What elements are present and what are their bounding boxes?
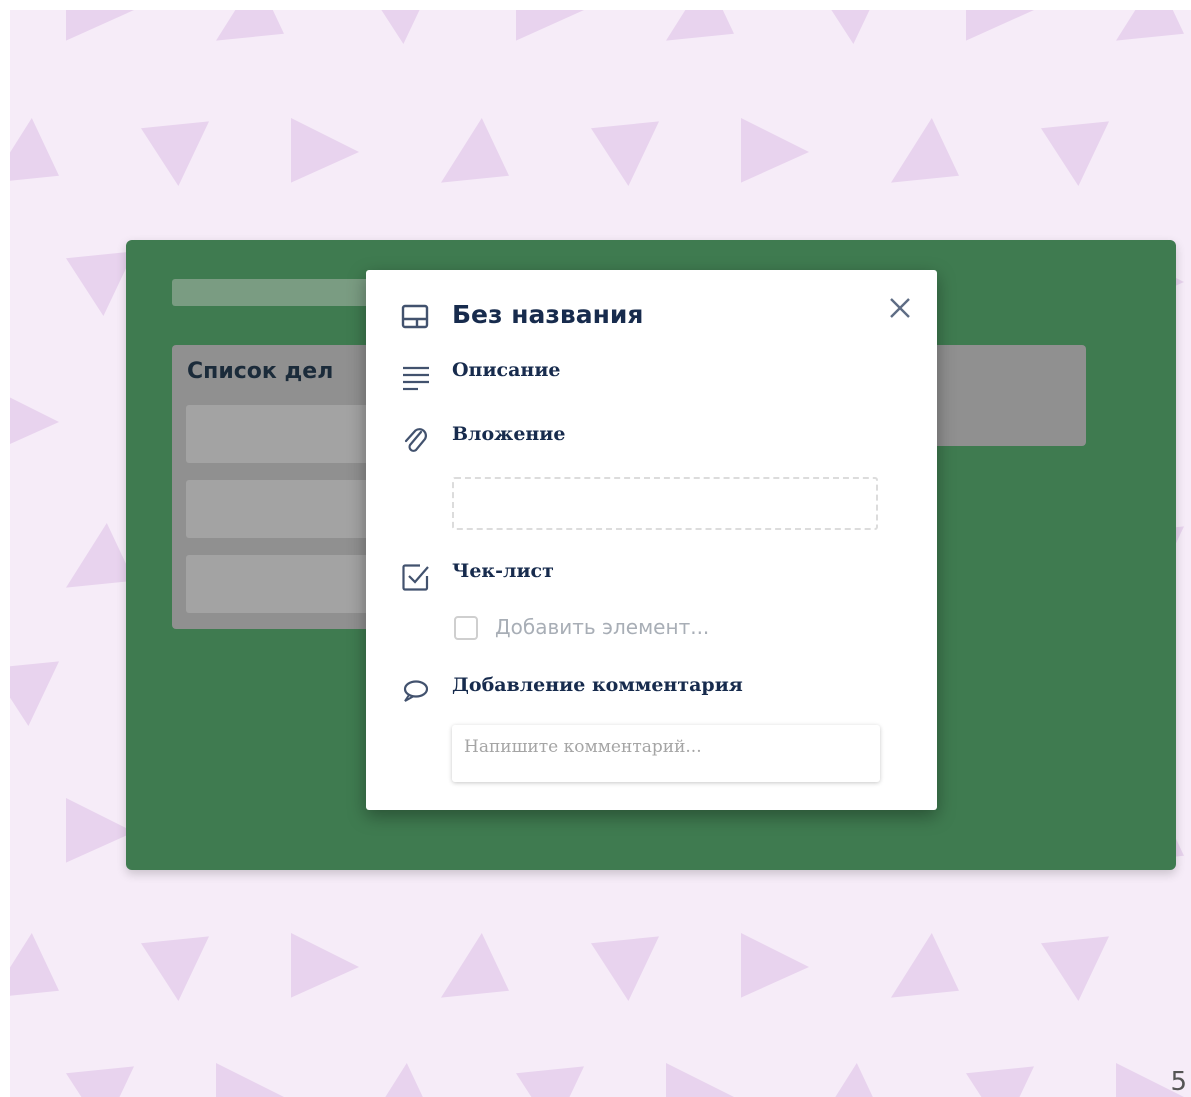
- list-card[interactable]: [186, 480, 396, 538]
- card-icon: [401, 304, 429, 329]
- paperclip-icon: [404, 428, 427, 452]
- pattern-triangle: [66, 523, 134, 588]
- page-number: 5: [1170, 1067, 1187, 1097]
- pattern-triangle: [66, 1066, 134, 1097]
- checklist-icon: [402, 564, 429, 591]
- pattern-triangle: [10, 661, 59, 726]
- pattern-triangle: [10, 118, 59, 181]
- pattern-triangle: [891, 118, 959, 183]
- list-column-second: [916, 345, 1086, 446]
- pattern-triangle: [966, 10, 1034, 41]
- pattern-triangle: [291, 118, 359, 183]
- pattern-triangle: [385, 1063, 423, 1097]
- pattern-triangle: [441, 933, 509, 998]
- pattern-triangle: [741, 118, 809, 183]
- close-icon[interactable]: [886, 294, 914, 322]
- pattern-triangle: [381, 10, 420, 44]
- pattern-triangle: [66, 251, 134, 316]
- checklist-label[interactable]: Чек-лист: [452, 560, 554, 582]
- checklist-item-checkbox[interactable]: [454, 616, 478, 640]
- pattern-triangle: [141, 936, 209, 1001]
- list-title: Список дел: [187, 359, 334, 384]
- attachment-dropzone[interactable]: [452, 477, 878, 530]
- list-card[interactable]: [186, 555, 396, 613]
- pattern-triangle: [516, 1066, 584, 1097]
- pattern-triangle: [216, 1063, 284, 1097]
- pattern-triangle: [891, 933, 959, 998]
- card-title[interactable]: Без названия: [452, 300, 643, 329]
- card-modal: Без названия Описание Вложение Чек-лист …: [366, 270, 937, 810]
- pattern-triangle: [10, 397, 59, 445]
- pattern-triangle: [216, 10, 284, 41]
- pattern-triangle: [10, 933, 59, 996]
- description-label[interactable]: Описание: [452, 359, 561, 381]
- comment-label[interactable]: Добавление комментария: [452, 674, 743, 696]
- pattern-triangle: [516, 10, 584, 41]
- pattern-triangle: [835, 1063, 873, 1097]
- pattern-triangle: [966, 1066, 1034, 1097]
- list-card[interactable]: [186, 405, 396, 463]
- comment-input[interactable]: [452, 725, 880, 782]
- pattern-triangle: [291, 933, 359, 998]
- pattern-triangle: [741, 933, 809, 998]
- pattern-triangle: [66, 10, 134, 41]
- pattern-triangle: [441, 118, 509, 183]
- attachment-label[interactable]: Вложение: [452, 423, 566, 445]
- pattern-triangle: [1041, 936, 1109, 1001]
- description-lines-icon: [403, 366, 429, 391]
- pattern-triangle: [666, 1063, 734, 1097]
- speech-bubble-icon: [403, 680, 428, 702]
- pattern-triangle: [591, 121, 659, 186]
- pattern-triangle: [1116, 10, 1184, 41]
- pattern-triangle: [591, 936, 659, 1001]
- pattern-triangle: [831, 10, 870, 44]
- pattern-triangle: [66, 798, 134, 863]
- checklist-add-item[interactable]: Добавить элемент...: [495, 615, 709, 639]
- pattern-triangle: [141, 121, 209, 186]
- pattern-triangle: [1041, 121, 1109, 186]
- pattern-triangle: [666, 10, 734, 41]
